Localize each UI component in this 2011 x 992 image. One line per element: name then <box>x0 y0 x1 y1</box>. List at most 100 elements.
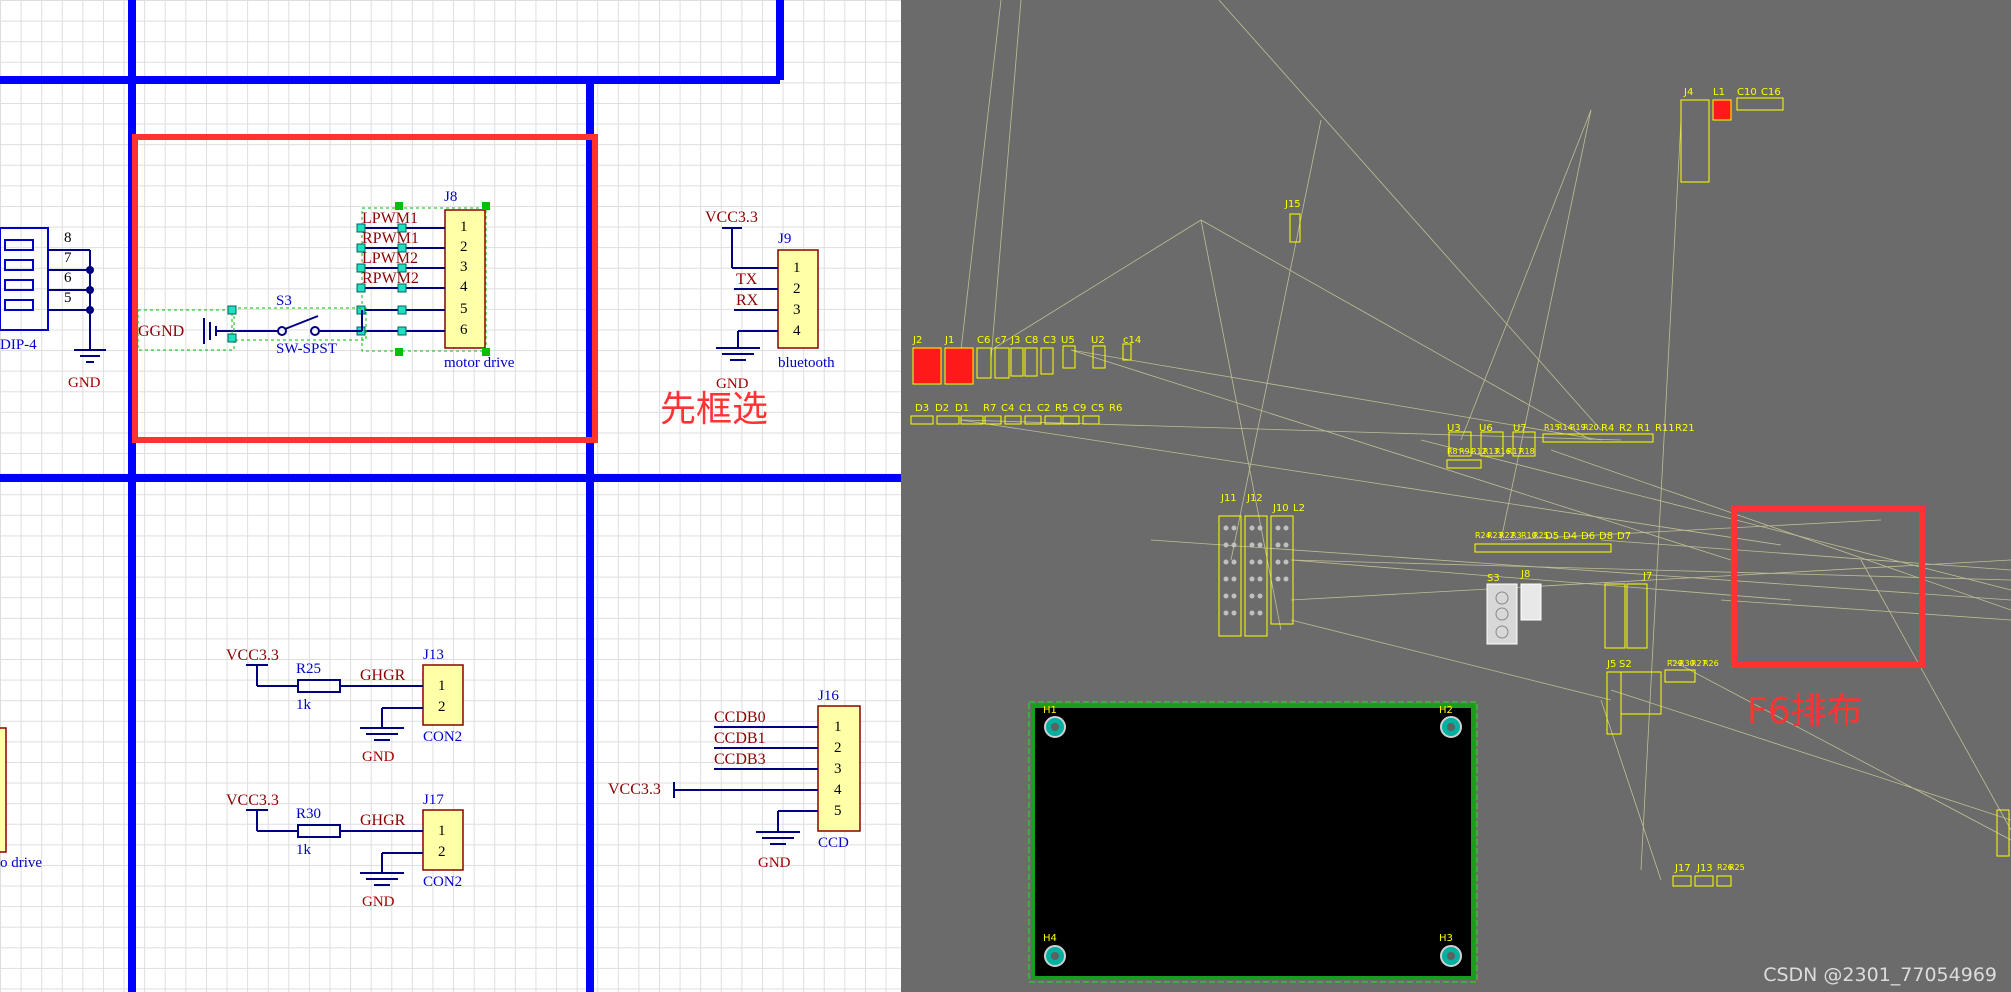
pcb-label[interactable]: R18 <box>1519 448 1535 456</box>
r30-value: 1k <box>296 842 311 858</box>
pcb-label[interactable]: C3 <box>1043 336 1056 346</box>
net-label[interactable]: RX <box>736 293 758 309</box>
pin-number: 2 <box>438 699 446 715</box>
pcb-label[interactable]: L1 <box>1713 88 1725 98</box>
vcc-label: VCC3.3 <box>608 781 661 798</box>
pcb-label[interactable]: J15 <box>1285 200 1301 210</box>
s3-comment: SW-SPST <box>276 341 337 357</box>
pin-number: 4 <box>793 323 801 339</box>
pcb-label[interactable]: R20 <box>1583 424 1599 432</box>
pcb-label[interactable]: C5 <box>1091 404 1104 414</box>
schematic-editor[interactable]: 8 7 6 5 DIP-4 GND J8 LPWM1 RPWM1 LPWM2 R… <box>0 0 901 992</box>
pcb-label[interactable]: C10 <box>1737 88 1757 98</box>
pcb-label[interactable]: U2 <box>1091 336 1105 346</box>
j17-comment: CON2 <box>423 874 463 890</box>
pcb-label[interactable]: L2 <box>1293 504 1305 514</box>
pin-number: 2 <box>460 239 468 255</box>
pcb-label[interactable]: c7 <box>995 336 1007 346</box>
pcb-label[interactable]: C2 <box>1037 404 1050 414</box>
pcb-label[interactable]: J8 <box>1521 570 1530 580</box>
pcb-label[interactable]: D8 <box>1599 532 1613 542</box>
pcb-label[interactable]: J2 <box>913 336 922 346</box>
pcb-label[interactable]: R8 <box>1447 448 1458 456</box>
pcb-label[interactable]: D6 <box>1581 532 1595 542</box>
mounting-hole-label: H3 <box>1439 933 1453 944</box>
ggnd-label: GGND <box>138 323 185 340</box>
net-label[interactable]: LPWM1 <box>362 211 418 227</box>
pcb-label[interactable]: D7 <box>1617 532 1631 542</box>
pcb-label[interactable]: R25 <box>1729 864 1745 872</box>
pcb-label[interactable]: c14 <box>1123 336 1141 346</box>
gnd-label: GND <box>758 855 791 871</box>
pcb-label[interactable]: J17 <box>1675 864 1691 874</box>
pcb-label[interactable]: J4 <box>1684 88 1693 98</box>
gnd-label: GND <box>362 894 395 910</box>
net-label[interactable]: CCDB3 <box>714 752 766 768</box>
pcb-label[interactable]: J11 <box>1221 494 1237 504</box>
pcb-label[interactable]: R1 <box>1637 424 1650 434</box>
r25-designator[interactable]: R25 <box>296 662 321 677</box>
annotation-f6-arrange: F6排布 <box>1747 691 1863 732</box>
j13-designator[interactable]: J13 <box>423 648 444 663</box>
pcb-label[interactable]: C16 <box>1761 88 1781 98</box>
gnd-label: GND <box>68 375 101 391</box>
pcb-label[interactable]: R21 <box>1675 424 1695 434</box>
gnd-label: GND <box>362 749 395 765</box>
pcb-label[interactable]: C6 <box>977 336 990 346</box>
pcb-label[interactable]: J13 <box>1697 864 1713 874</box>
net-label[interactable]: RPWM1 <box>362 231 419 247</box>
j16-comment: CCD <box>818 835 849 851</box>
pcb-label[interactable]: R9 <box>1459 448 1470 456</box>
pcb-label[interactable]: J3 <box>1011 336 1020 346</box>
pin-number: 7 <box>64 250 72 266</box>
pcb-label[interactable]: U6 <box>1479 424 1493 434</box>
pin-number: 2 <box>438 844 446 860</box>
pcb-label[interactable]: J1 <box>945 336 954 346</box>
net-label[interactable]: GHGR <box>360 813 405 829</box>
pin-number: 1 <box>793 260 801 276</box>
pcb-label[interactable]: R5 <box>1055 404 1068 414</box>
j16-designator[interactable]: J16 <box>818 689 839 704</box>
pin-number: 3 <box>460 259 468 275</box>
pcb-editor[interactable]: J4 L1 C10 C16 J15 J2 J1 C6 c7 J3 C8 C3 U… <box>901 0 2011 992</box>
pcb-label[interactable]: C4 <box>1001 404 1014 414</box>
pcb-label[interactable]: S2 <box>1619 660 1632 670</box>
pcb-label[interactable]: C8 <box>1025 336 1038 346</box>
pin-number: 5 <box>460 301 468 317</box>
r25-value: 1k <box>296 697 311 713</box>
pcb-label[interactable]: U3 <box>1447 424 1461 434</box>
net-label[interactable]: RPWM2 <box>362 271 419 287</box>
net-label[interactable]: LPWM2 <box>362 251 418 267</box>
pcb-label[interactable]: R7 <box>983 404 996 414</box>
s3-designator[interactable]: S3 <box>276 294 292 309</box>
pcb-label[interactable]: D4 <box>1563 532 1577 542</box>
pcb-label[interactable]: C1 <box>1019 404 1032 414</box>
pcb-label[interactable]: R2 <box>1619 424 1632 434</box>
pcb-label[interactable]: D3 <box>915 404 929 414</box>
net-label[interactable]: CCDB0 <box>714 710 766 726</box>
pcb-label[interactable]: J12 <box>1247 494 1263 504</box>
net-label[interactable]: GHGR <box>360 668 405 684</box>
pcb-label[interactable]: D2 <box>935 404 949 414</box>
j8-designator[interactable]: J8 <box>444 190 457 205</box>
pin-number: 2 <box>834 740 842 756</box>
net-label[interactable]: CCDB1 <box>714 731 766 747</box>
pcb-label[interactable]: R6 <box>1109 404 1122 414</box>
pcb-label[interactable]: C9 <box>1073 404 1086 414</box>
j9-designator[interactable]: J9 <box>778 232 791 247</box>
net-label[interactable]: TX <box>736 272 757 288</box>
pcb-label[interactable]: J5 <box>1607 660 1616 670</box>
pcb-label[interactable]: D5 <box>1545 532 1559 542</box>
pcb-label[interactable]: R26 <box>1703 660 1719 668</box>
pcb-label[interactable]: R4 <box>1601 424 1614 434</box>
j17-designator[interactable]: J17 <box>423 793 444 808</box>
r30-designator[interactable]: R30 <box>296 807 321 822</box>
pcb-label[interactable]: S3 <box>1487 574 1500 584</box>
pcb-label[interactable]: D1 <box>955 404 969 414</box>
pcb-label[interactable]: J7 <box>1643 572 1652 582</box>
watermark: CSDN @2301_77054969 <box>1763 964 1997 986</box>
pcb-label[interactable]: U7 <box>1513 424 1527 434</box>
pcb-label[interactable]: U5 <box>1061 336 1075 346</box>
pcb-label[interactable]: R11 <box>1655 424 1675 434</box>
pcb-label[interactable]: J10 <box>1273 504 1289 514</box>
